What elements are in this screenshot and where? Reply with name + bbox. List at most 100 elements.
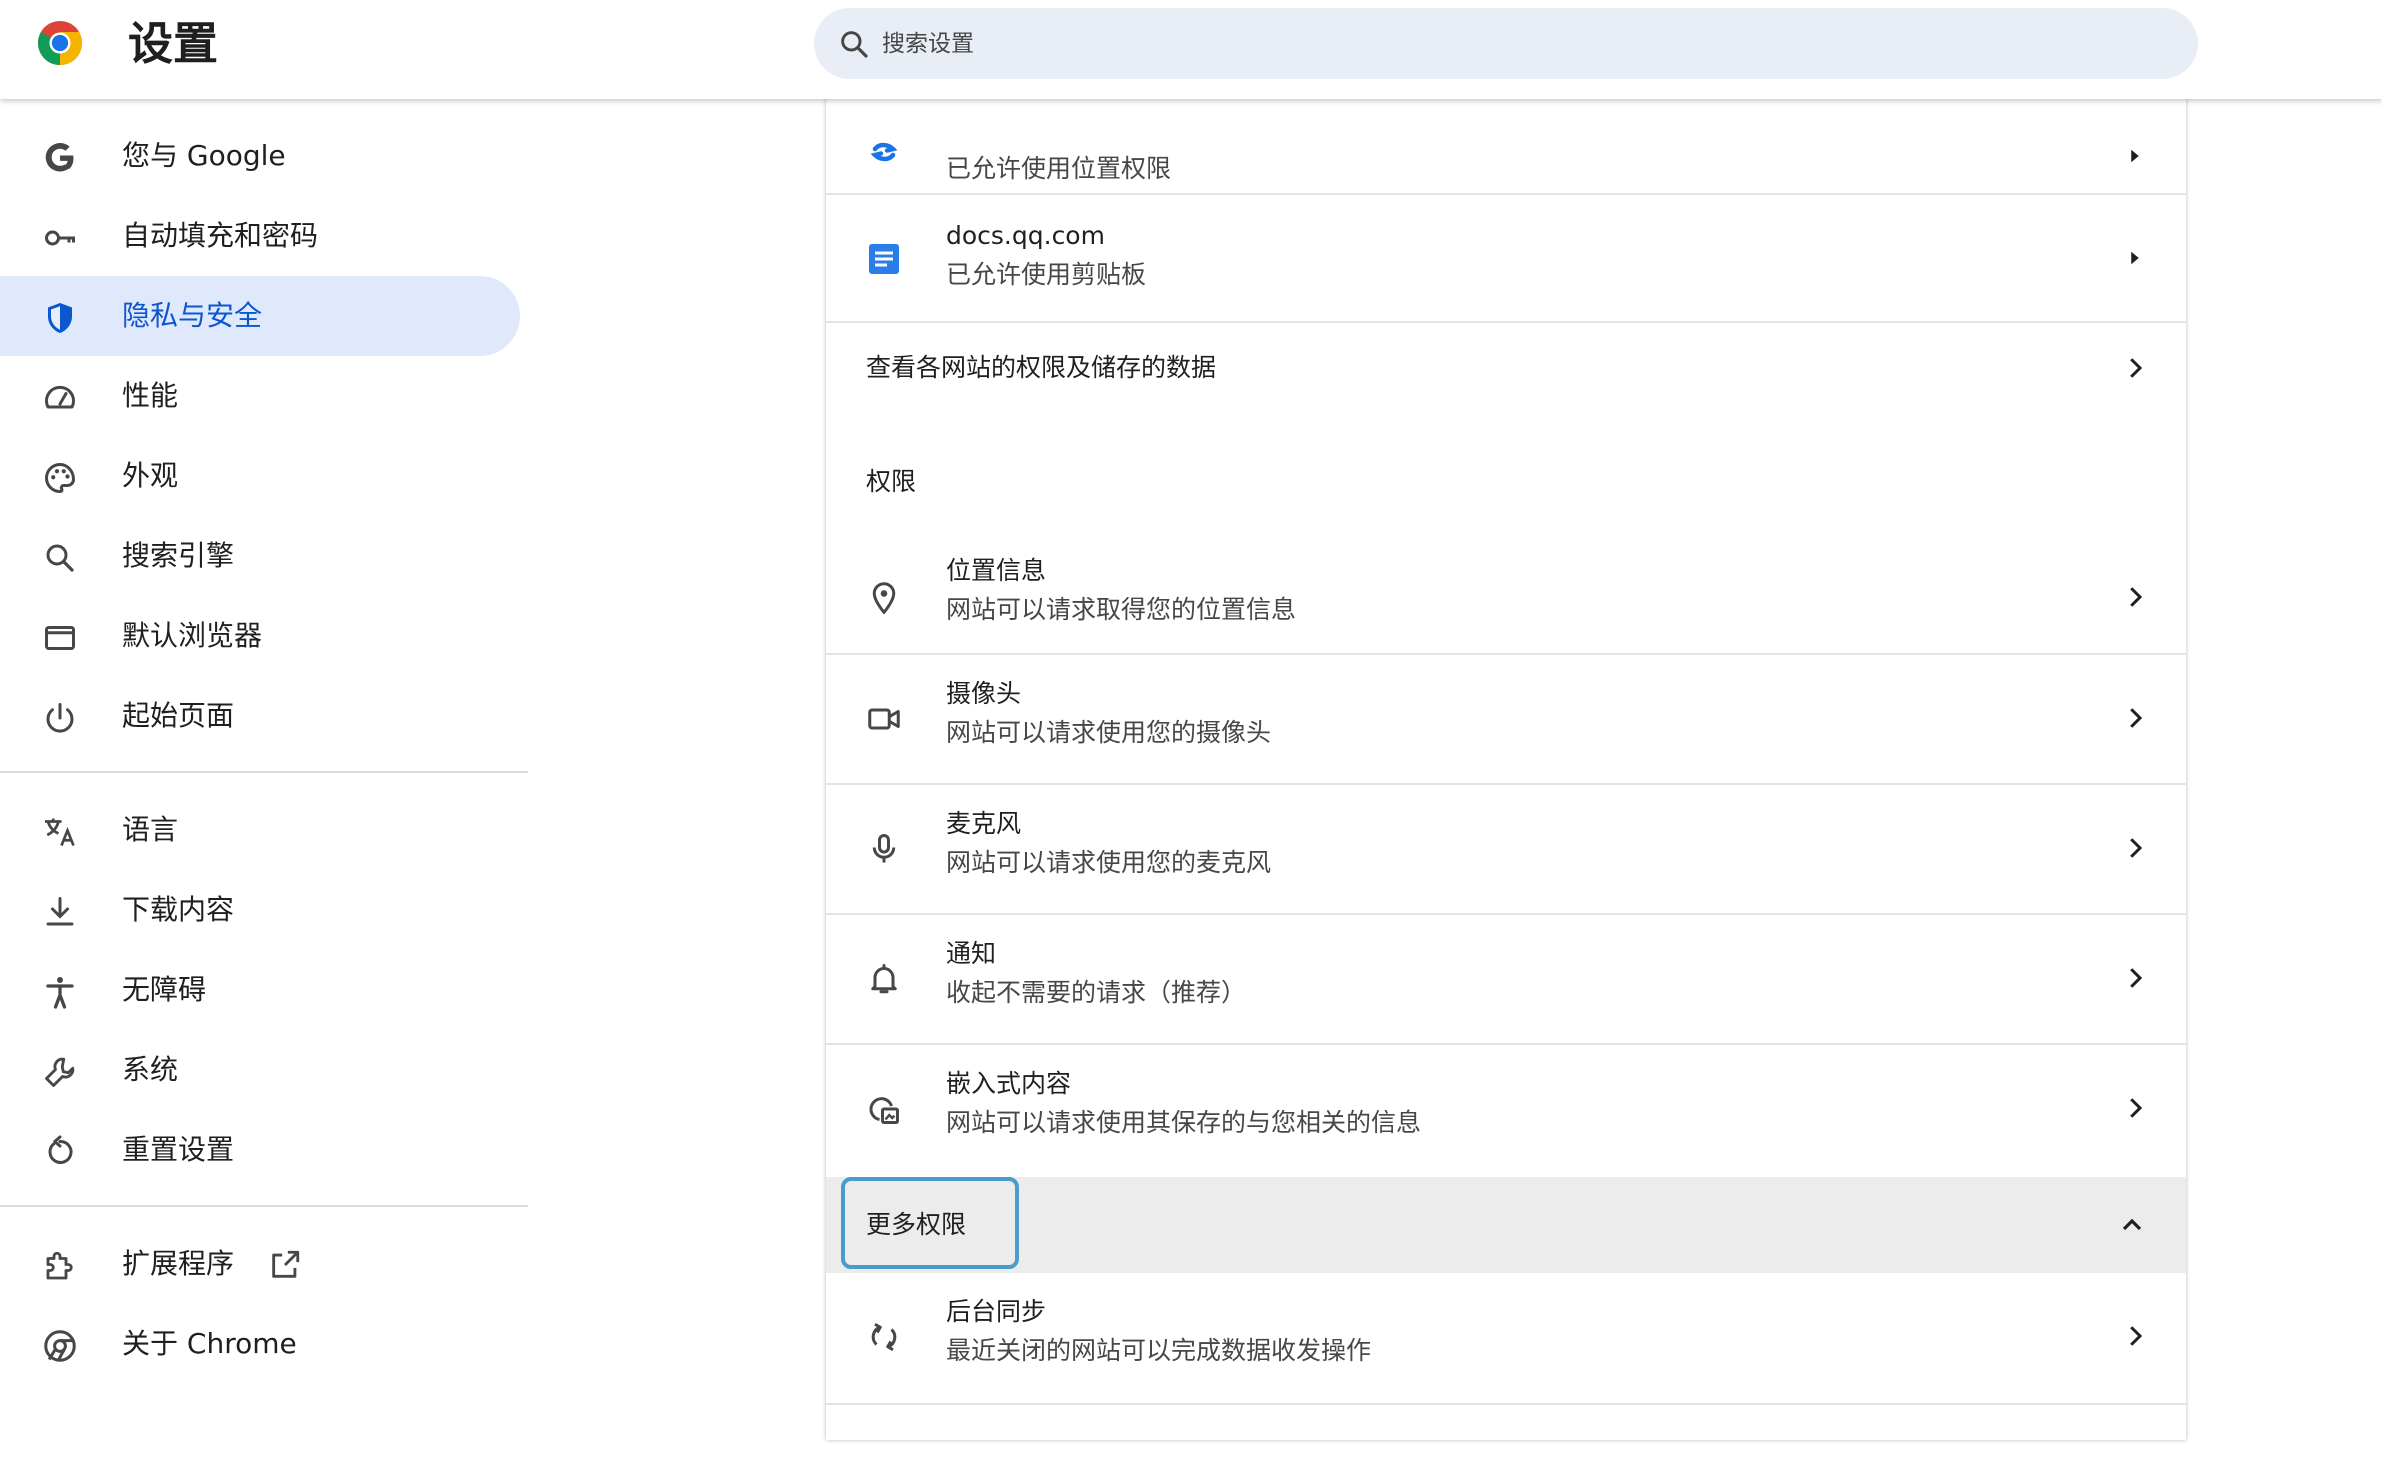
chevron-right-icon bbox=[2130, 358, 2143, 378]
chevron-right-icon bbox=[2130, 838, 2143, 858]
shield-icon bbox=[48, 303, 72, 333]
microphone-icon bbox=[872, 834, 896, 863]
view-all-site-data-row[interactable]: 查看各网站的权限及储存的数据 bbox=[826, 321, 2186, 418]
permission-row-embedded-content[interactable]: 嵌入式内容 网站可以请求使用其保存的与您相关的信息 bbox=[826, 1043, 2186, 1177]
more-permissions-label: 更多权限 bbox=[866, 1210, 967, 1239]
translate-icon bbox=[45, 818, 75, 847]
chevron-right-icon bbox=[2130, 587, 2143, 607]
camera-icon bbox=[868, 708, 900, 730]
sidebar-item-label: 系统 bbox=[122, 1053, 179, 1086]
search-icon bbox=[841, 31, 868, 58]
chevron-right-icon bbox=[2131, 149, 2139, 163]
sidebar-item-search-engine[interactable]: 搜索引擎 bbox=[0, 516, 520, 596]
search-input[interactable]: 搜索设置 bbox=[882, 28, 974, 60]
sidebar-item-label: 外观 bbox=[122, 459, 179, 492]
sidebar-item-downloads[interactable]: 下载内容 bbox=[0, 870, 520, 950]
site-favicon-icon bbox=[870, 142, 898, 162]
sidebar-item-appearance[interactable]: 外观 bbox=[0, 436, 520, 516]
site-subtitle: 已允许使用剪贴板 bbox=[946, 260, 1147, 289]
chevron-right-icon bbox=[2130, 968, 2143, 988]
chevron-right-icon bbox=[2130, 1326, 2143, 1346]
sidebar-item-privacy[interactable]: 隐私与安全 bbox=[0, 276, 520, 356]
site-row[interactable]: docs.qq.com 已允许使用剪贴板 bbox=[826, 193, 2186, 323]
sidebar-item-startup[interactable]: 起始页面 bbox=[0, 676, 520, 756]
power-icon bbox=[46, 703, 74, 733]
download-icon bbox=[46, 897, 74, 926]
permission-subtitle: 网站可以请求使用您的麦克风 bbox=[946, 848, 1272, 877]
sidebar-item-languages[interactable]: 语言 bbox=[0, 790, 520, 870]
puzzle-icon bbox=[46, 1251, 73, 1280]
permission-title: 嵌入式内容 bbox=[946, 1069, 1072, 1098]
page-title: 设置 bbox=[128, 17, 219, 70]
permissions-heading: 权限 bbox=[866, 467, 917, 496]
view-all-label: 查看各网站的权限及储存的数据 bbox=[866, 353, 1217, 382]
sidebar: 您与 Google 自动填充和密码 隐私与安全 性能 外观 搜索引擎 默认浏览器… bbox=[0, 99, 528, 1440]
sidebar-item-label: 扩展程序 bbox=[122, 1247, 235, 1280]
search-bar[interactable]: 搜索设置 bbox=[814, 8, 2198, 79]
google-g-icon bbox=[45, 142, 74, 172]
chevron-up-icon bbox=[2122, 1218, 2142, 1231]
external-link-icon bbox=[272, 1250, 300, 1278]
permission-row-microphone[interactable]: 麦克风 网站可以请求使用您的麦克风 bbox=[826, 783, 2186, 913]
permission-subtitle: 收起不需要的请求（推荐） bbox=[946, 978, 1247, 1007]
sidebar-item-label: 起始页面 bbox=[122, 699, 235, 732]
sidebar-item-reset[interactable]: 重置设置 bbox=[0, 1110, 520, 1190]
site-title: docs.qq.com bbox=[946, 221, 1105, 250]
sidebar-item-extensions[interactable]: 扩展程序 bbox=[0, 1224, 520, 1304]
permission-row-background-sync[interactable]: 后台同步 最近关闭的网站可以完成数据收发操作 bbox=[826, 1273, 2186, 1403]
chrome-logo-icon bbox=[37, 20, 83, 66]
chrome-icon bbox=[44, 1330, 76, 1362]
privacy-settings-panel: 已允许使用位置权限 docs.qq.com 已允许使用剪贴板 查看各网站的权限及… bbox=[826, 80, 2186, 1440]
permission-subtitle: 网站可以请求使用其保存的与您相关的信息 bbox=[946, 1108, 1422, 1137]
sidebar-item-label: 无障碍 bbox=[122, 973, 207, 1006]
permission-row-camera[interactable]: 摄像头 网站可以请求使用您的摄像头 bbox=[826, 653, 2186, 783]
sidebar-divider bbox=[0, 1205, 528, 1207]
sidebar-item-label: 重置设置 bbox=[122, 1133, 235, 1166]
search-icon bbox=[46, 544, 74, 572]
permission-subtitle: 网站可以请求取得您的位置信息 bbox=[946, 595, 1297, 624]
sidebar-item-about-chrome[interactable]: 关于 Chrome bbox=[0, 1304, 520, 1384]
chevron-right-icon bbox=[2130, 708, 2143, 728]
more-permissions-toggle[interactable]: 更多权限 bbox=[826, 1177, 2186, 1273]
embedded-content-icon bbox=[869, 1097, 899, 1124]
sidebar-item-label: 语言 bbox=[122, 813, 179, 846]
permission-title: 摄像头 bbox=[946, 679, 1022, 708]
sidebar-item-google[interactable]: 您与 Google bbox=[0, 116, 520, 196]
palette-icon bbox=[45, 462, 76, 494]
browser-window-icon bbox=[45, 626, 75, 650]
header: 设置 搜索设置 bbox=[0, 0, 2382, 99]
sidebar-item-label: 您与 Google bbox=[122, 139, 286, 172]
sidebar-divider bbox=[0, 771, 528, 773]
sidebar-item-label: 搜索引擎 bbox=[122, 539, 235, 572]
permission-row-partial[interactable] bbox=[826, 1403, 2186, 1465]
key-icon bbox=[45, 230, 75, 246]
sidebar-item-label: 隐私与安全 bbox=[122, 299, 263, 332]
sidebar-item-label: 自动填充和密码 bbox=[122, 219, 319, 252]
site-subtitle: 已允许使用位置权限 bbox=[946, 154, 1172, 183]
sidebar-item-autofill[interactable]: 自动填充和密码 bbox=[0, 196, 520, 276]
chevron-right-icon bbox=[2130, 1098, 2143, 1118]
permission-row-notifications[interactable]: 通知 收起不需要的请求（推荐） bbox=[826, 913, 2186, 1043]
reset-icon bbox=[48, 1135, 73, 1164]
sidebar-item-label: 下载内容 bbox=[122, 893, 235, 926]
chevron-right-icon bbox=[2131, 251, 2139, 265]
permission-row-location[interactable]: 位置信息 网站可以请求取得您的位置信息 bbox=[826, 533, 2186, 663]
permission-title: 麦克风 bbox=[946, 809, 1022, 838]
permission-title: 通知 bbox=[946, 939, 997, 968]
sidebar-item-system[interactable]: 系统 bbox=[0, 1030, 520, 1110]
sidebar-item-performance[interactable]: 性能 bbox=[0, 356, 520, 436]
sidebar-item-default-browser[interactable]: 默认浏览器 bbox=[0, 596, 520, 676]
sidebar-item-label: 默认浏览器 bbox=[122, 619, 263, 652]
wrench-icon bbox=[45, 1057, 75, 1087]
permission-title: 后台同步 bbox=[946, 1297, 1047, 1326]
sidebar-item-label: 性能 bbox=[122, 379, 179, 412]
sidebar-item-accessibility[interactable]: 无障碍 bbox=[0, 950, 520, 1030]
permission-subtitle: 网站可以请求使用您的摄像头 bbox=[946, 718, 1272, 747]
speedometer-icon bbox=[45, 385, 75, 409]
bell-icon bbox=[871, 964, 897, 994]
accessibility-icon bbox=[46, 977, 74, 1009]
sync-icon bbox=[871, 1322, 897, 1352]
location-pin-icon bbox=[872, 582, 896, 615]
docs-favicon-icon bbox=[869, 244, 899, 274]
permission-subtitle: 最近关闭的网站可以完成数据收发操作 bbox=[946, 1336, 1372, 1365]
